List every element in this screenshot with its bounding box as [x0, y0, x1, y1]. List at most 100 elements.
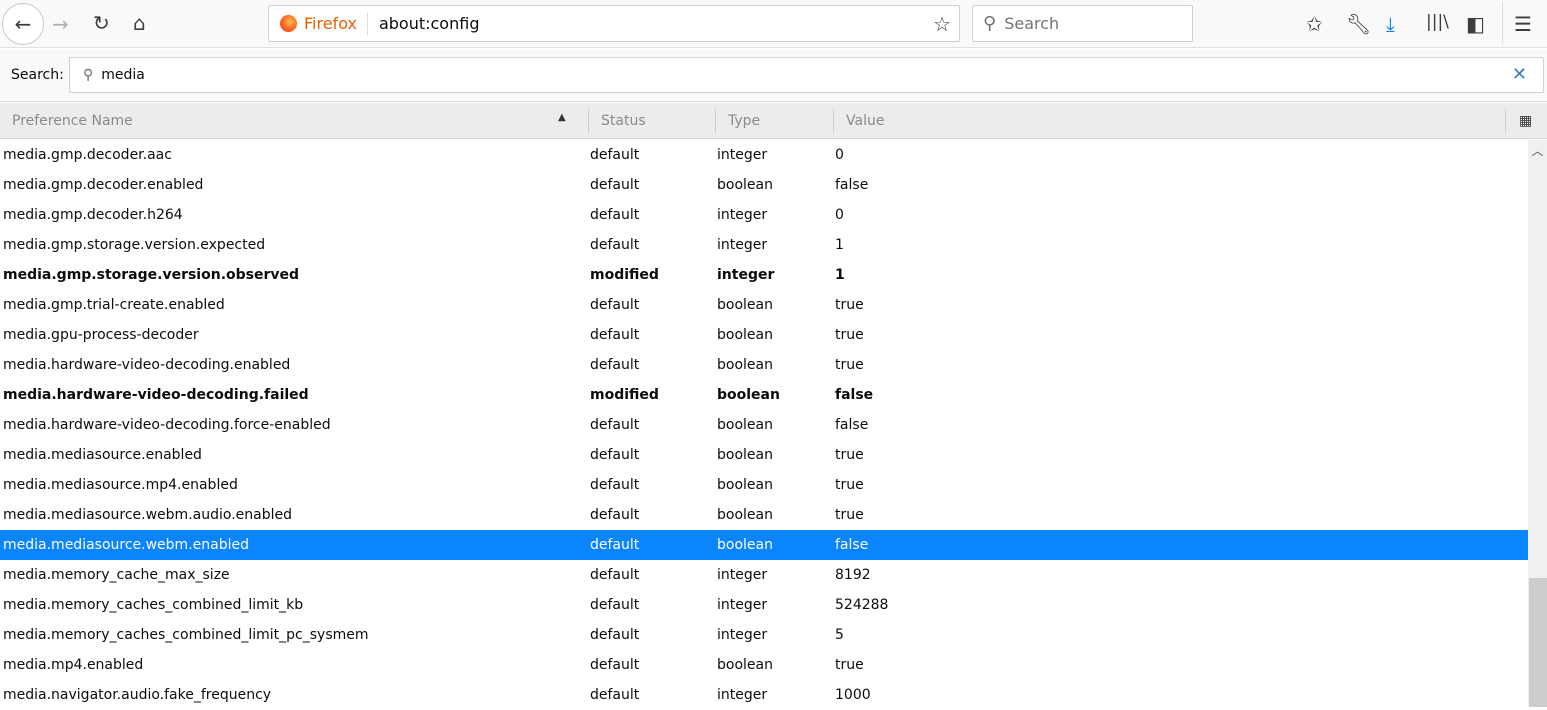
pref-type: integer: [717, 597, 768, 613]
bookmarks-menu-icon[interactable]: ✩: [1306, 12, 1323, 36]
pref-status: default: [590, 297, 640, 313]
web-search-input[interactable]: ⚲ Search: [972, 5, 1193, 42]
identity-label: Firefox: [304, 12, 368, 35]
pref-status: default: [590, 597, 640, 613]
table-row[interactable]: media.gmp.decoder.enabled default boolean f…: [0, 170, 1528, 200]
table-row[interactable]: media.navigator.audio.fake_frequency defa…: [0, 680, 1528, 710]
pref-type: boolean: [717, 477, 773, 493]
table-row[interactable]: media.gmp.trial-create.enabled default boo…: [0, 290, 1528, 320]
pref-type: integer: [717, 627, 768, 643]
table-row[interactable]: media.gmp.storage.version.observed modifi…: [0, 260, 1528, 290]
pref-type: boolean: [717, 357, 773, 373]
pref-status: default: [590, 627, 640, 643]
pref-type: boolean: [717, 177, 773, 193]
table-row[interactable]: media.gmp.decoder.h264 default integer 0: [0, 200, 1528, 230]
pref-type: boolean: [717, 417, 773, 433]
pref-type: integer: [717, 237, 768, 253]
preferences-table: media.gmp.decoder.aac default integer 0 medi…: [0, 140, 1528, 710]
pref-value: true: [835, 507, 864, 523]
pref-status: default: [590, 657, 640, 673]
table-row[interactable]: media.mediasource.mp4.enabled default bool…: [0, 470, 1528, 500]
search-label: Search:: [11, 67, 64, 83]
scroll-up-icon[interactable]: ︿: [1528, 142, 1547, 159]
pref-name: media.memory_cache_max_size: [3, 567, 230, 583]
config-search-input[interactable]: ⚲ media ✕: [69, 57, 1544, 93]
sidebar-icon[interactable]: ◧: [1466, 12, 1485, 36]
pref-value: false: [835, 177, 869, 193]
pref-status: default: [590, 147, 640, 163]
pref-value: 5: [835, 627, 844, 643]
pref-value: true: [835, 477, 864, 493]
pref-name: media.gmp.storage.version.observed: [3, 267, 300, 283]
table-row[interactable]: media.gmp.storage.version.expected defaul…: [0, 230, 1528, 260]
downloads-icon[interactable]: ⤓: [1386, 12, 1395, 36]
column-type[interactable]: Type: [728, 113, 760, 129]
back-button[interactable]: ←: [2, 3, 44, 45]
table-row[interactable]: media.memory_caches_combined_limit_kb def…: [0, 590, 1528, 620]
clear-search-icon[interactable]: ✕: [1512, 64, 1527, 85]
column-separator[interactable]: [588, 109, 589, 133]
url-text[interactable]: about:config: [379, 14, 480, 33]
pref-value: 0: [835, 207, 844, 223]
table-row[interactable]: media.mediasource.enabled default boolean t…: [0, 440, 1528, 470]
pref-value: 8192: [835, 567, 871, 583]
reload-button[interactable]: ↻: [93, 11, 110, 35]
column-picker-icon[interactable]: ▦: [1519, 113, 1532, 129]
table-row[interactable]: media.gmp.decoder.aac default integer 0: [0, 140, 1528, 170]
pref-status: default: [590, 687, 640, 703]
pref-value: 1000: [835, 687, 871, 703]
pref-name: media.mp4.enabled: [3, 657, 144, 673]
table-row[interactable]: media.mediasource.webm.audio.enabled defa…: [0, 500, 1528, 530]
forward-button[interactable]: →: [52, 12, 69, 36]
pref-value: true: [835, 327, 864, 343]
column-status[interactable]: Status: [601, 113, 646, 129]
pref-name: media.gmp.decoder.h264: [3, 207, 183, 223]
pref-type: boolean: [717, 507, 773, 523]
table-row[interactable]: media.hardware-video-decoding.failed modi…: [0, 380, 1528, 410]
pref-status: modified: [590, 387, 659, 403]
navigation-toolbar: ← → ↻ ⌂ Firefox about:config ☆ ⚲ Search …: [0, 0, 1547, 48]
pref-type: integer: [717, 207, 768, 223]
pref-value: false: [835, 387, 874, 403]
pref-status: default: [590, 207, 640, 223]
pref-status: default: [590, 357, 640, 373]
column-separator[interactable]: [715, 109, 716, 133]
pref-value: false: [835, 537, 869, 553]
search-icon: ⚲: [983, 13, 997, 34]
pref-status: default: [590, 417, 640, 433]
home-button[interactable]: ⌂: [133, 11, 146, 35]
pref-status: default: [590, 567, 640, 583]
pref-type: boolean: [717, 537, 773, 553]
table-row[interactable]: media.hardware-video-decoding.force-enab…: [0, 410, 1528, 440]
column-separator[interactable]: [833, 109, 834, 133]
pref-name: media.memory_caches_combined_limit_kb: [3, 597, 304, 613]
pref-status: modified: [590, 267, 659, 283]
pref-name: media.hardware-video-decoding.force-enab…: [3, 417, 331, 433]
search-placeholder: Search: [1004, 14, 1060, 33]
table-row[interactable]: media.gpu-process-decoder default boolean t…: [0, 320, 1528, 350]
pref-name: media.gmp.decoder.aac: [3, 147, 172, 163]
pref-status: default: [590, 237, 640, 253]
search-value[interactable]: media: [101, 67, 145, 83]
search-icon: ⚲: [83, 67, 94, 83]
table-row[interactable]: media.memory_caches_combined_limit_pc_sy…: [0, 620, 1528, 650]
table-row[interactable]: media.mp4.enabled default boolean true: [0, 650, 1528, 680]
pref-value: true: [835, 297, 864, 313]
pref-value: 1: [835, 267, 845, 283]
pref-name: media.mediasource.webm.audio.enabled: [3, 507, 292, 523]
url-bar[interactable]: Firefox about:config ☆: [268, 5, 960, 42]
pref-name: media.mediasource.enabled: [3, 447, 202, 463]
config-search-bar: Search: ⚲ media ✕: [0, 49, 1547, 102]
pref-type: integer: [717, 687, 768, 703]
table-row[interactable]: media.mediasource.webm.enabled default boo…: [0, 530, 1528, 560]
column-preference-name[interactable]: Preference Name: [12, 113, 133, 129]
library-icon[interactable]: |||\: [1426, 12, 1449, 32]
developer-wrench-icon[interactable]: 🔧︎: [1346, 12, 1371, 36]
bookmark-star-icon[interactable]: ☆: [933, 12, 951, 36]
scrollbar-thumb[interactable]: [1529, 578, 1547, 707]
pref-name: media.mediasource.mp4.enabled: [3, 477, 238, 493]
column-value[interactable]: Value: [846, 113, 884, 129]
table-row[interactable]: media.hardware-video-decoding.enabled def…: [0, 350, 1528, 380]
menu-hamburger-icon[interactable]: ☰: [1514, 12, 1532, 36]
table-row[interactable]: media.memory_cache_max_size default intege…: [0, 560, 1528, 590]
